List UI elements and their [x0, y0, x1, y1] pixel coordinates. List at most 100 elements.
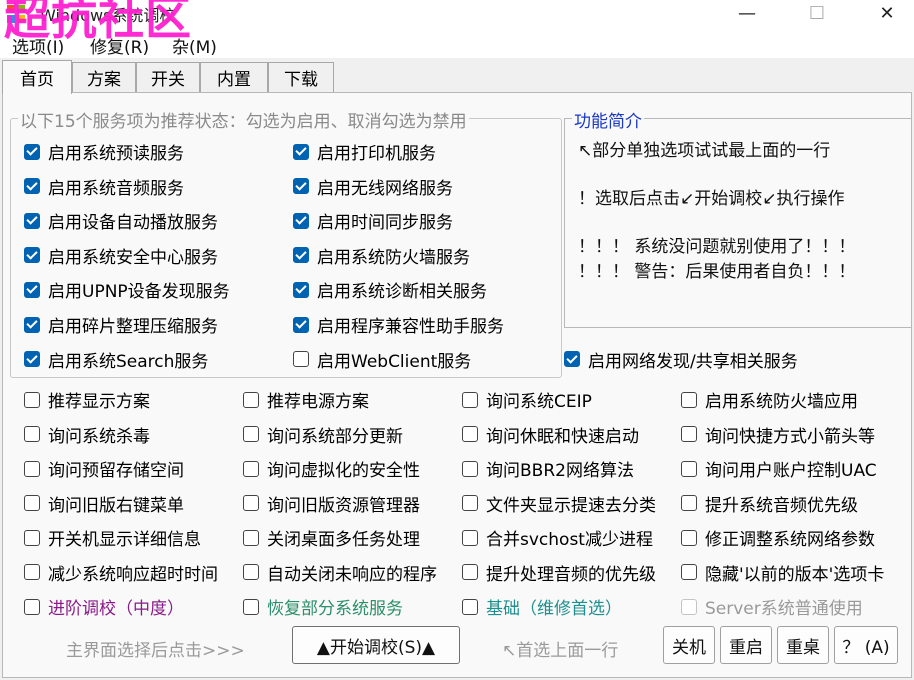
- checkbox-unchecked-icon[interactable]: [24, 460, 40, 477]
- checkbox-unchecked-icon[interactable]: [462, 495, 478, 511]
- checkbox-unchecked-icon[interactable]: [24, 598, 40, 615]
- checkbox-option[interactable]: 关闭桌面多任务处理: [243, 525, 420, 550]
- checkbox-option[interactable]: 询问休眠和快速启动: [462, 422, 639, 447]
- checkbox-checked-icon[interactable]: [24, 247, 40, 264]
- checkbox-checked-icon[interactable]: [293, 281, 309, 298]
- checkbox-unchecked-icon[interactable]: [681, 529, 697, 546]
- reload-desktop-button[interactable]: 重桌: [777, 626, 829, 664]
- checkbox-option[interactable]: 进阶调校（中度）: [24, 594, 184, 619]
- checkbox-option[interactable]: 询问旧版右键菜单: [24, 491, 184, 516]
- checkbox-unchecked-icon[interactable]: [243, 529, 259, 546]
- checkbox-checked-icon[interactable]: [24, 178, 40, 195]
- checkbox-option[interactable]: 启用UPNP设备发现服务: [24, 277, 230, 302]
- checkbox-unchecked-icon[interactable]: [24, 564, 40, 580]
- checkbox-option[interactable]: 询问BBR2网络算法: [462, 456, 634, 481]
- checkbox-option[interactable]: 启用系统安全中心服务: [24, 243, 218, 268]
- checkbox-unchecked-icon[interactable]: [24, 426, 40, 442]
- checkbox-checked-icon[interactable]: [24, 281, 40, 298]
- checkbox-checked-icon[interactable]: [293, 212, 309, 229]
- checkbox-unchecked-icon[interactable]: [681, 391, 697, 408]
- checkbox-option[interactable]: 提升系统音频优先级: [681, 491, 858, 516]
- checkbox-label: 启用碎片整理压缩服务: [48, 317, 218, 337]
- checkbox-unchecked-icon[interactable]: [681, 426, 697, 442]
- checkbox-unchecked-icon[interactable]: [24, 529, 40, 546]
- checkbox-checked-icon[interactable]: [24, 212, 40, 229]
- checkbox-unchecked-icon[interactable]: [681, 564, 697, 580]
- checkbox-checked-icon[interactable]: [293, 143, 309, 160]
- checkbox-option[interactable]: 启用无线网络服务: [293, 174, 453, 199]
- checkbox-unchecked-icon[interactable]: [462, 460, 478, 477]
- checkbox-option[interactable]: 隐藏'以前的版本'选项卡: [681, 560, 884, 585]
- tab-builtin[interactable]: 内置: [200, 62, 268, 92]
- checkbox-checked-icon[interactable]: [293, 247, 309, 264]
- checkbox-option[interactable]: 询问系统杀毒: [24, 422, 150, 447]
- checkbox-option[interactable]: 启用WebClient服务: [293, 347, 471, 372]
- checkbox-option[interactable]: 启用系统音频服务: [24, 174, 184, 199]
- tab-plans[interactable]: 方案: [72, 62, 136, 92]
- checkbox-option[interactable]: 询问旧版资源管理器: [243, 491, 420, 516]
- checkbox-option[interactable]: 启用设备自动播放服务: [24, 208, 218, 233]
- checkbox-unchecked-icon[interactable]: [681, 460, 697, 477]
- checkbox-unchecked-icon[interactable]: [681, 598, 697, 615]
- checkbox-option[interactable]: 启用打印机服务: [293, 139, 436, 164]
- checkbox-option[interactable]: 提升处理音频的优先级: [462, 560, 656, 585]
- checkbox-option[interactable]: 开关机显示详细信息: [24, 525, 201, 550]
- checkbox-option[interactable]: 启用系统防火墙服务: [293, 243, 470, 268]
- checkbox-option[interactable]: 文件夹显示提速去分类: [462, 491, 656, 516]
- checkbox-option[interactable]: 询问预留存储空间: [24, 456, 184, 481]
- checkbox-option[interactable]: 询问系统CEIP: [462, 387, 592, 412]
- checkbox-unchecked-icon[interactable]: [681, 495, 697, 511]
- start-tuning-button[interactable]: ▲开始调校(S)▲: [292, 626, 460, 664]
- checkbox-unchecked-icon[interactable]: [462, 564, 478, 580]
- checkbox-checked-icon[interactable]: [24, 143, 40, 160]
- checkbox-option[interactable]: 启用程序兼容性助手服务: [293, 312, 504, 337]
- checkbox-option[interactable]: 询问用户账户控制UAC: [681, 456, 877, 481]
- checkbox-unchecked-icon[interactable]: [293, 351, 309, 368]
- checkbox-option[interactable]: 询问快捷方式小箭头等: [681, 422, 875, 447]
- checkbox-unchecked-icon[interactable]: [243, 564, 259, 580]
- checkbox-option[interactable]: 恢复部分系统服务: [243, 594, 403, 619]
- tab-download[interactable]: 下载: [268, 62, 334, 92]
- checkbox-option[interactable]: 启用网络发现/共享相关服务: [564, 347, 798, 372]
- checkbox-option[interactable]: 启用系统诊断相关服务: [293, 277, 487, 302]
- checkbox-unchecked-icon[interactable]: [243, 391, 259, 408]
- checkbox-option[interactable]: 启用系统Search服务: [24, 347, 208, 372]
- checkbox-option[interactable]: 推荐显示方案: [24, 387, 150, 412]
- checkbox-option[interactable]: 自动关闭未响应的程序: [243, 560, 437, 585]
- checkbox-checked-icon[interactable]: [24, 351, 40, 368]
- maximize-button[interactable]: ☐: [794, 0, 840, 26]
- checkbox-option[interactable]: 推荐电源方案: [243, 387, 369, 412]
- close-button[interactable]: ✕: [864, 0, 910, 26]
- checkbox-checked-icon[interactable]: [564, 351, 580, 368]
- checkbox-option[interactable]: 询问系统部分更新: [243, 422, 403, 447]
- checkbox-option[interactable]: 合并svchost减少进程: [462, 525, 653, 550]
- minimize-button[interactable]: —: [724, 0, 770, 26]
- tab-home[interactable]: 首页: [2, 60, 72, 94]
- help-button[interactable]: ？ (A): [834, 626, 898, 664]
- checkbox-unchecked-icon[interactable]: [24, 391, 40, 408]
- checkbox-unchecked-icon[interactable]: [462, 529, 478, 546]
- checkbox-unchecked-icon[interactable]: [462, 426, 478, 442]
- checkbox-unchecked-icon[interactable]: [243, 495, 259, 511]
- checkbox-option[interactable]: 修正调整系统网络参数: [681, 525, 875, 550]
- checkbox-option[interactable]: 启用时间同步服务: [293, 208, 453, 233]
- checkbox-option[interactable]: 减少系统响应超时时间: [24, 560, 218, 585]
- checkbox-checked-icon[interactable]: [24, 316, 40, 333]
- checkbox-option[interactable]: 启用系统防火墙应用: [681, 387, 858, 412]
- checkbox-option[interactable]: 询问虚拟化的安全性: [243, 456, 420, 481]
- shutdown-button[interactable]: 关机: [663, 626, 715, 664]
- checkbox-unchecked-icon[interactable]: [24, 495, 40, 511]
- checkbox-unchecked-icon[interactable]: [243, 598, 259, 615]
- checkbox-option[interactable]: 基础（维修首选）: [462, 594, 622, 619]
- checkbox-unchecked-icon[interactable]: [243, 460, 259, 477]
- checkbox-checked-icon[interactable]: [293, 178, 309, 195]
- checkbox-checked-icon[interactable]: [293, 316, 309, 333]
- checkbox-unchecked-icon[interactable]: [462, 391, 478, 408]
- restart-button[interactable]: 重启: [720, 626, 772, 664]
- checkbox-unchecked-icon[interactable]: [243, 426, 259, 442]
- checkbox-option[interactable]: Server系统普通使用: [681, 594, 863, 619]
- checkbox-option[interactable]: 启用系统预读服务: [24, 139, 184, 164]
- tab-switches[interactable]: 开关: [136, 62, 200, 92]
- checkbox-option[interactable]: 启用碎片整理压缩服务: [24, 312, 218, 337]
- checkbox-unchecked-icon[interactable]: [462, 598, 478, 615]
